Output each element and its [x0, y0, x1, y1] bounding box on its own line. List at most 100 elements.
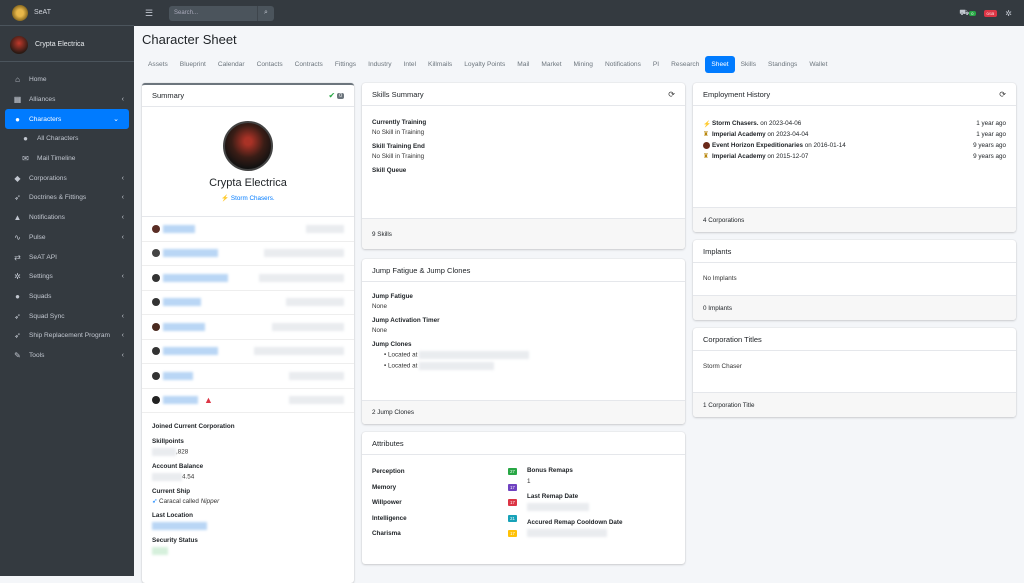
corp-logo-icon: ♜ [703, 153, 709, 160]
sidebar-item-doctrines[interactable]: ➶ Doctrines & Fittings ‹ [0, 188, 134, 208]
refresh-icon[interactable]: ⟳ [999, 90, 1006, 99]
seat-logo [12, 4, 28, 21]
sidebar-item-alliances[interactable]: ▦ Alliances ‹ [0, 90, 134, 110]
skills-summary-footer: 9 Skills [362, 218, 685, 249]
attribute-row: Willpower 17 [372, 495, 517, 511]
search-icon: ⌕ [264, 9, 268, 16]
attributes-card: Attributes Perception 27 Memory 17 Willpow… [362, 432, 685, 564]
sidebar-item-corporations[interactable]: ◆ Corporations ‹ [0, 168, 134, 188]
avatar [10, 35, 28, 54]
tab-wallet[interactable]: Wallet [803, 56, 833, 73]
character-avatar [152, 322, 160, 331]
attribute-value: 17 [508, 530, 517, 538]
sidebar-item-pulse[interactable]: ∿ Pulse ‹ [0, 228, 134, 248]
corporation-titles-header: Corporation Titles [693, 328, 1016, 351]
tab-calendar[interactable]: Calendar [212, 56, 251, 73]
summary-header: Summary ✔ 0 [142, 85, 354, 107]
training-label: Currently Training [372, 119, 427, 126]
tab-sheet[interactable]: Sheet [705, 56, 735, 73]
employment-history-card: Employment History ⟳ ⚡ Storm Chasers. on … [693, 83, 1016, 232]
corp-link[interactable]: ⚡ Storm Chasers. [142, 194, 354, 202]
activation-timer-value: None [372, 327, 388, 334]
queue-badge: 0 [969, 11, 976, 16]
character-avatar [152, 347, 160, 356]
balance-label: Account Balance [152, 463, 204, 470]
character-portrait [223, 121, 273, 171]
tab-notifications[interactable]: Notifications [599, 56, 647, 73]
tab-contacts[interactable]: Contacts [251, 56, 289, 73]
user-panel[interactable]: Crypta Electrica [0, 28, 134, 62]
tab-contracts[interactable]: Contracts [289, 56, 329, 73]
training-value: No Skill in Training [372, 129, 425, 136]
queue-indicator[interactable]: ⛟ 0 [959, 8, 976, 18]
list-item [142, 266, 354, 291]
check-icon: ✔ [328, 91, 336, 100]
ship-name: Nipper [200, 498, 220, 505]
brand[interactable]: SeAT [0, 0, 134, 26]
sidebar-item-settings[interactable]: ✲ Settings ‹ [0, 267, 134, 287]
search-input[interactable]: Search... [169, 5, 257, 21]
training-end-value: No Skill in Training [372, 153, 425, 160]
chevron-left-icon: ‹ [121, 351, 124, 359]
implants-card: Implants No Implants 0 Implants [693, 240, 1016, 320]
jump-clones-label: Jump Clones [372, 341, 412, 348]
character-name: Crypta Electrica [209, 177, 287, 189]
tab-fittings[interactable]: Fittings [329, 56, 362, 73]
tab-standings[interactable]: Standings [762, 56, 803, 73]
search-button[interactable]: ⌕ [257, 5, 274, 21]
pulse-icon: ∿ [14, 232, 21, 242]
user-icon: ● [15, 114, 20, 124]
tab-assets[interactable]: Assets [142, 56, 174, 73]
implants-footer: 0 Implants [693, 295, 1016, 320]
corp-link[interactable]: Storm Chasers. [712, 120, 759, 127]
refresh-icon[interactable]: ⟳ [668, 90, 675, 99]
tab-market[interactable]: Market [535, 56, 567, 73]
last-remap-label: Last Remap Date [527, 493, 579, 500]
sidebar-item-characters[interactable]: ● Characters ⌄ [5, 109, 129, 130]
tab-industry[interactable]: Industry [362, 56, 397, 73]
settings-gear-icon[interactable]: ✲ [1005, 9, 1012, 18]
mail-icon: ✉ [22, 154, 29, 164]
tab-intel[interactable]: Intel [398, 56, 422, 73]
tab-killmails[interactable]: Killmails [422, 56, 458, 73]
attribute-value: 17 [508, 499, 517, 507]
corp-link[interactable]: Event Horizon Expeditionaries [712, 142, 803, 149]
menu-toggle-icon[interactable]: ☰ [145, 8, 159, 19]
ship-icon: ➶ [152, 498, 158, 505]
attribute-row: Memory 17 [372, 480, 517, 496]
tab-mail[interactable]: Mail [511, 56, 535, 73]
tab-pi[interactable]: PI [647, 56, 665, 73]
tab-loyalty-points[interactable]: Loyalty Points [458, 56, 511, 73]
sidebar-item-srp[interactable]: ➶ Ship Replacement Program ‹ [0, 326, 134, 346]
sidebar-item-squads[interactable]: ● Squads [0, 287, 134, 307]
group-icon: ● [15, 291, 20, 301]
corp-logo-icon: ⚡ [703, 120, 711, 128]
sidebar-item-mail-timeline[interactable]: ✉ Mail Timeline [0, 149, 134, 169]
corp-link[interactable]: Imperial Academy [712, 153, 766, 160]
corp-link[interactable]: Imperial Academy [712, 131, 766, 138]
chevron-left-icon: ‹ [121, 273, 124, 281]
sidebar-item-squad-sync[interactable]: ➶ Squad Sync ‹ [0, 306, 134, 326]
sidebar-item-notifications[interactable]: ▲ Notifications ‹ [0, 208, 134, 228]
remap-cooldown-label: Accured Remap Cooldown Date [527, 519, 623, 526]
tab-blueprint[interactable]: Blueprint [174, 56, 212, 73]
sidebar-item-all-characters[interactable]: ● All Characters [0, 129, 134, 149]
main-content: Character Sheet Assets Blueprint Calenda… [134, 26, 1024, 583]
training-end-label: Skill Training End [372, 143, 425, 150]
fatigue-value: None [372, 303, 388, 310]
location-label: Last Location [152, 512, 193, 519]
chevron-left-icon: ‹ [121, 214, 124, 222]
joined-label: Joined Current Corporation [152, 423, 235, 430]
bonus-remaps-label: Bonus Remaps [527, 467, 573, 474]
tab-skills[interactable]: Skills [735, 56, 762, 73]
sidebar-item-tools[interactable]: ✎ Tools ‹ [0, 346, 134, 366]
users-icon: ● [23, 134, 28, 144]
jump-clones-card: Jump Fatigue & Jump Clones Jump Fatigue … [362, 259, 685, 424]
skillpoints-label: Skillpoints [152, 438, 184, 445]
attribute-value: 17 [508, 483, 517, 491]
sidebar-item-home[interactable]: ⌂ Home [0, 70, 134, 90]
tab-research[interactable]: Research [665, 56, 705, 73]
tab-mining[interactable]: Mining [568, 56, 599, 73]
error-badge[interactable]: 0/15 [983, 9, 998, 17]
sidebar-item-seat-api[interactable]: ⇄ SeAT API [0, 247, 134, 267]
